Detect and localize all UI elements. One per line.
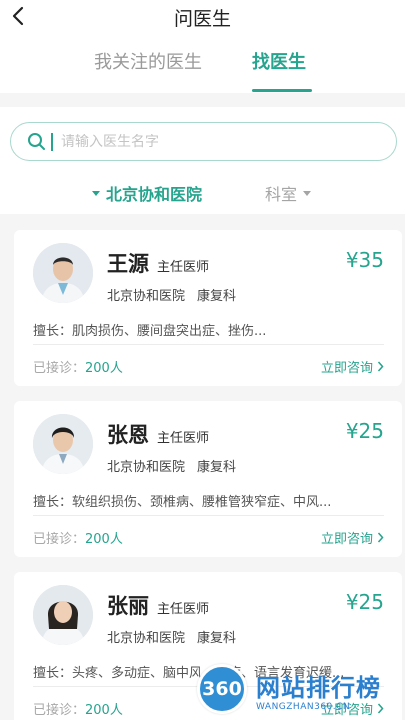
- doctor-title: 主任医师: [157, 602, 210, 617]
- search-box[interactable]: [10, 122, 397, 161]
- visits-label: 已接诊：: [33, 361, 86, 376]
- doctor-name: 王源: [107, 252, 149, 276]
- doctor-specialty: 擅长：软组织损伤、颈椎病、腰椎管狭窄症、中风...: [33, 495, 332, 510]
- search-input[interactable]: [61, 133, 361, 150]
- visits-label: 已接诊：: [33, 703, 86, 718]
- doctor-name: 张恩: [107, 423, 149, 447]
- doctor-department: 康复科: [197, 289, 237, 304]
- doctor-avatar: [33, 243, 93, 303]
- hospital-dropdown[interactable]: 北京协和医院: [92, 181, 202, 205]
- page-title: 问医生: [173, 8, 231, 30]
- doctor-title: 主任医师: [157, 431, 210, 446]
- watermark: 360 网站排行榜 WANGZHAN360.CN: [192, 660, 405, 720]
- doctor-card[interactable]: 张恩 主任医师 ¥25 北京协和医院 康复科 擅长：软组织损伤、颈椎病、腰椎管狭…: [14, 401, 402, 557]
- active-tab-indicator: [252, 89, 312, 92]
- consult-now-label: 立即咨询: [320, 532, 373, 547]
- visits-value: 200人: [85, 361, 123, 376]
- chevron-right-icon: [377, 361, 384, 372]
- divider: [33, 344, 384, 345]
- tab-find-doctor[interactable]: 找医生: [252, 48, 306, 74]
- visits-count: 已接诊：200人: [33, 699, 123, 718]
- doctor-department: 康复科: [197, 460, 237, 475]
- consult-now-label: 立即咨询: [320, 361, 373, 376]
- divider: [33, 515, 384, 516]
- watermark-subtext: WANGZHAN360.CN: [256, 702, 351, 712]
- visits-value: 200人: [85, 532, 123, 547]
- visits-value: 200人: [85, 703, 123, 718]
- visits-count: 已接诊：200人: [33, 528, 123, 547]
- consult-price: ¥25: [345, 419, 384, 443]
- header: 问医生 我关注的医生 找医生: [0, 0, 405, 93]
- search-icon: [28, 132, 45, 150]
- department-dropdown[interactable]: 科室: [265, 181, 312, 205]
- doctor-name: 张丽: [107, 594, 149, 618]
- tab-bar: 我关注的医生 找医生: [0, 48, 405, 92]
- doctor-hospital: 北京协和医院: [107, 289, 186, 304]
- hospital-dropdown-label: 北京协和医院: [106, 185, 203, 204]
- tab-followed-doctors[interactable]: 我关注的医生: [94, 48, 202, 74]
- caret-down-icon: [303, 190, 312, 196]
- doctor-specialty: 擅长：肌肉损伤、腰间盘突出症、挫伤...: [33, 324, 267, 339]
- caret-down-icon: [92, 190, 100, 196]
- consult-now-button[interactable]: 立即咨询: [321, 357, 384, 376]
- doctor-hospital: 北京协和医院: [107, 460, 186, 475]
- department-dropdown-label: 科室: [265, 185, 298, 204]
- visits-label: 已接诊：: [33, 532, 86, 547]
- doctor-title: 主任医师: [157, 260, 210, 275]
- watermark-text: 网站排行榜: [256, 674, 381, 702]
- consult-now-button[interactable]: 立即咨询: [321, 528, 384, 547]
- doctor-avatar: [33, 414, 93, 474]
- text-cursor: [51, 132, 53, 151]
- chevron-right-icon: [377, 532, 384, 543]
- doctor-card[interactable]: 王源 主任医师 ¥35 北京协和医院 康复科 擅长：肌肉损伤、腰间盘突出症、挫伤…: [14, 230, 402, 386]
- watermark-logo: 360: [197, 664, 247, 714]
- doctor-avatar: [33, 585, 93, 645]
- consult-price: ¥25: [345, 590, 384, 614]
- consult-price: ¥35: [345, 248, 384, 272]
- doctor-department: 康复科: [197, 631, 237, 646]
- doctor-hospital: 北京协和医院: [107, 631, 186, 646]
- visits-count: 已接诊：200人: [33, 357, 123, 376]
- filter-panel: 北京协和医院 科室: [0, 107, 405, 214]
